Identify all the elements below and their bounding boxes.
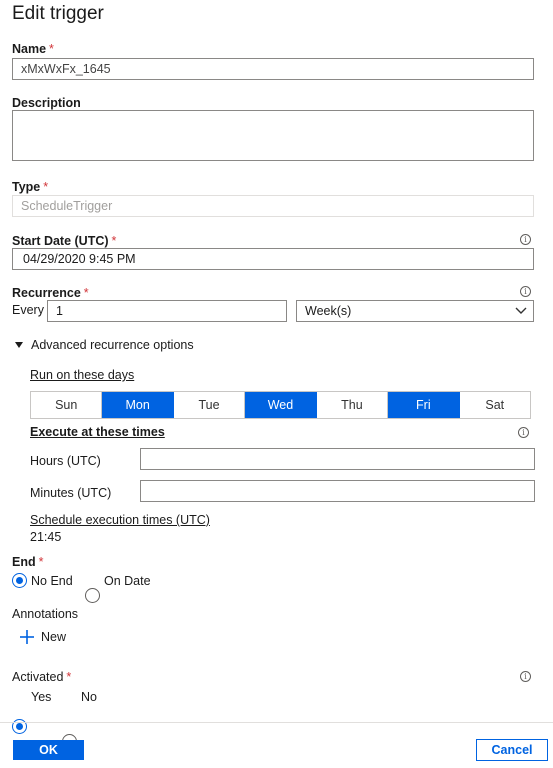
end-on-date-label: On Date (104, 574, 151, 588)
day-sun[interactable]: Sun (31, 392, 103, 418)
description-textarea[interactable] (12, 110, 534, 161)
info-icon[interactable]: i (520, 234, 531, 245)
plus-icon (20, 630, 34, 644)
footer-divider (0, 722, 553, 723)
day-mon[interactable]: Mon (102, 392, 174, 418)
info-icon[interactable]: i (520, 671, 531, 682)
caret-down-icon (15, 342, 23, 348)
required-marker: * (83, 286, 89, 300)
start-date-input[interactable]: 04/29/2020 9:45 PM (12, 248, 534, 270)
end-on-date-radio[interactable] (85, 588, 100, 603)
type-input: ScheduleTrigger (12, 195, 534, 217)
type-label: Type * (12, 180, 49, 194)
end-no-end-radio[interactable] (12, 573, 27, 588)
new-annotation-button[interactable]: New (20, 630, 66, 644)
description-label: Description (12, 96, 81, 110)
minutes-label: Minutes (UTC) (30, 486, 112, 500)
end-label: End * (12, 555, 44, 569)
day-thu[interactable]: Thu (316, 392, 389, 418)
day-sat[interactable]: Sat (459, 392, 530, 418)
hours-label: Hours (UTC) (30, 454, 101, 468)
run-on-days-label: Run on these days (30, 368, 135, 382)
recurrence-interval-input[interactable]: 1 (47, 300, 287, 322)
every-label: Every (12, 303, 44, 317)
activated-yes-label: Yes (31, 690, 52, 704)
required-marker: * (111, 234, 117, 248)
cancel-button[interactable]: Cancel (476, 739, 548, 761)
info-icon[interactable]: i (520, 286, 531, 297)
annotations-label: Annotations (12, 607, 79, 621)
schedule-times-value: 21:45 (30, 530, 62, 544)
new-annotation-label: New (41, 630, 67, 644)
info-icon[interactable]: i (518, 427, 529, 438)
required-marker: * (38, 555, 44, 569)
name-input[interactable]: xMxWxFx_1645 (12, 58, 534, 80)
day-fri[interactable]: Fri (388, 392, 460, 418)
execute-times-label: Execute at these times (30, 425, 165, 439)
dialog-title: Edit trigger (12, 3, 104, 24)
activated-no-label: No (81, 690, 97, 704)
required-marker: * (49, 42, 54, 56)
end-no-end-label: No End (31, 574, 73, 588)
start-date-label: Start Date (UTC) * (12, 234, 117, 248)
day-tue[interactable]: Tue (173, 392, 246, 418)
recurrence-unit-select[interactable]: Week(s) (296, 300, 534, 322)
required-marker: * (43, 180, 49, 194)
advanced-recurrence-toggle[interactable]: Advanced recurrence options (15, 338, 194, 352)
minutes-input[interactable] (140, 480, 535, 502)
hours-input[interactable] (140, 448, 535, 470)
schedule-times-label: Schedule execution times (UTC) (30, 513, 210, 527)
activated-label: Activated * (12, 670, 72, 684)
weekday-selector: Sun Mon Tue Wed Thu Fri Sat (30, 391, 531, 419)
required-marker: * (66, 670, 72, 684)
advanced-recurrence-label: Advanced recurrence options (31, 338, 194, 352)
recurrence-label: Recurrence * (12, 286, 89, 300)
ok-button[interactable]: OK (13, 740, 84, 760)
chevron-down-icon (515, 307, 527, 314)
name-label: Name * (12, 42, 54, 56)
day-wed[interactable]: Wed (245, 392, 317, 418)
